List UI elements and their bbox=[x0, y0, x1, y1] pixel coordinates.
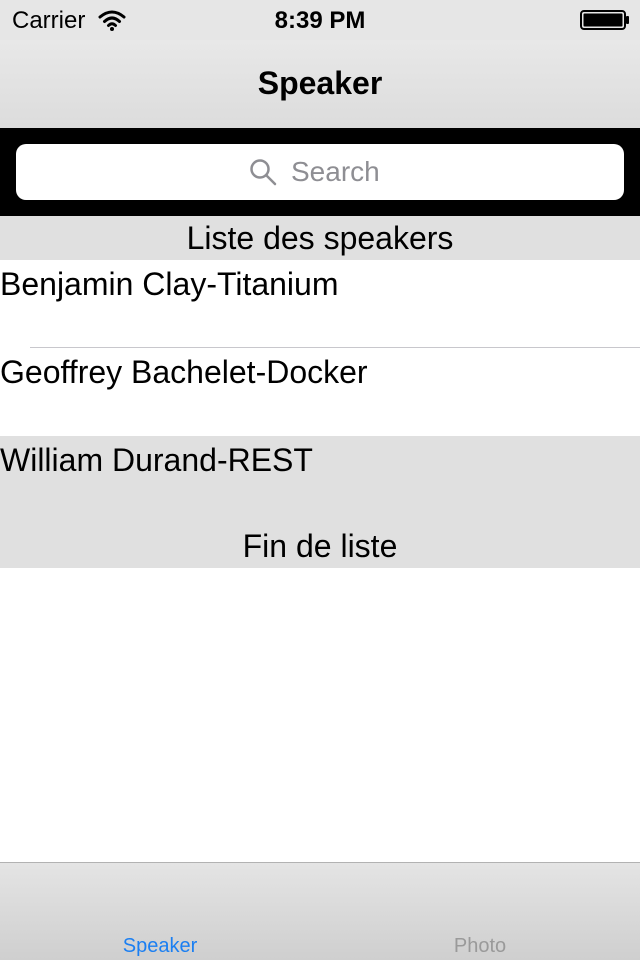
row-label: William Durand-REST bbox=[0, 442, 313, 478]
row-label: Benjamin Clay-Titanium bbox=[0, 266, 339, 302]
search-field[interactable] bbox=[16, 144, 624, 200]
page-title: Speaker bbox=[257, 65, 383, 101]
navigation-bar: Speaker bbox=[0, 40, 640, 128]
section-footer: Fin de liste bbox=[0, 524, 640, 568]
search-input[interactable] bbox=[291, 156, 391, 188]
table-row[interactable]: Benjamin Clay-Titanium bbox=[0, 260, 640, 348]
tab-speaker-label: Speaker bbox=[122, 935, 198, 957]
tab-speaker[interactable]: Speaker bbox=[0, 863, 320, 960]
battery-icon bbox=[580, 10, 629, 30]
status-time: 8:39 PM bbox=[274, 7, 366, 34]
tab-photo[interactable]: Photo bbox=[320, 863, 640, 960]
table-row[interactable]: Geoffrey Bachelet-Docker bbox=[0, 348, 640, 436]
table-row-selected[interactable]: William Durand-REST bbox=[0, 436, 640, 524]
row-label: Geoffrey Bachelet-Docker bbox=[0, 354, 368, 390]
section-header: Liste des speakers bbox=[0, 216, 640, 260]
status-bar: Carrier 8:39 PM bbox=[0, 0, 640, 40]
tab-photo-label: Photo bbox=[453, 935, 507, 957]
search-icon bbox=[250, 159, 277, 186]
tab-bar: Speaker Photo bbox=[0, 862, 640, 960]
search-bar bbox=[0, 128, 640, 216]
